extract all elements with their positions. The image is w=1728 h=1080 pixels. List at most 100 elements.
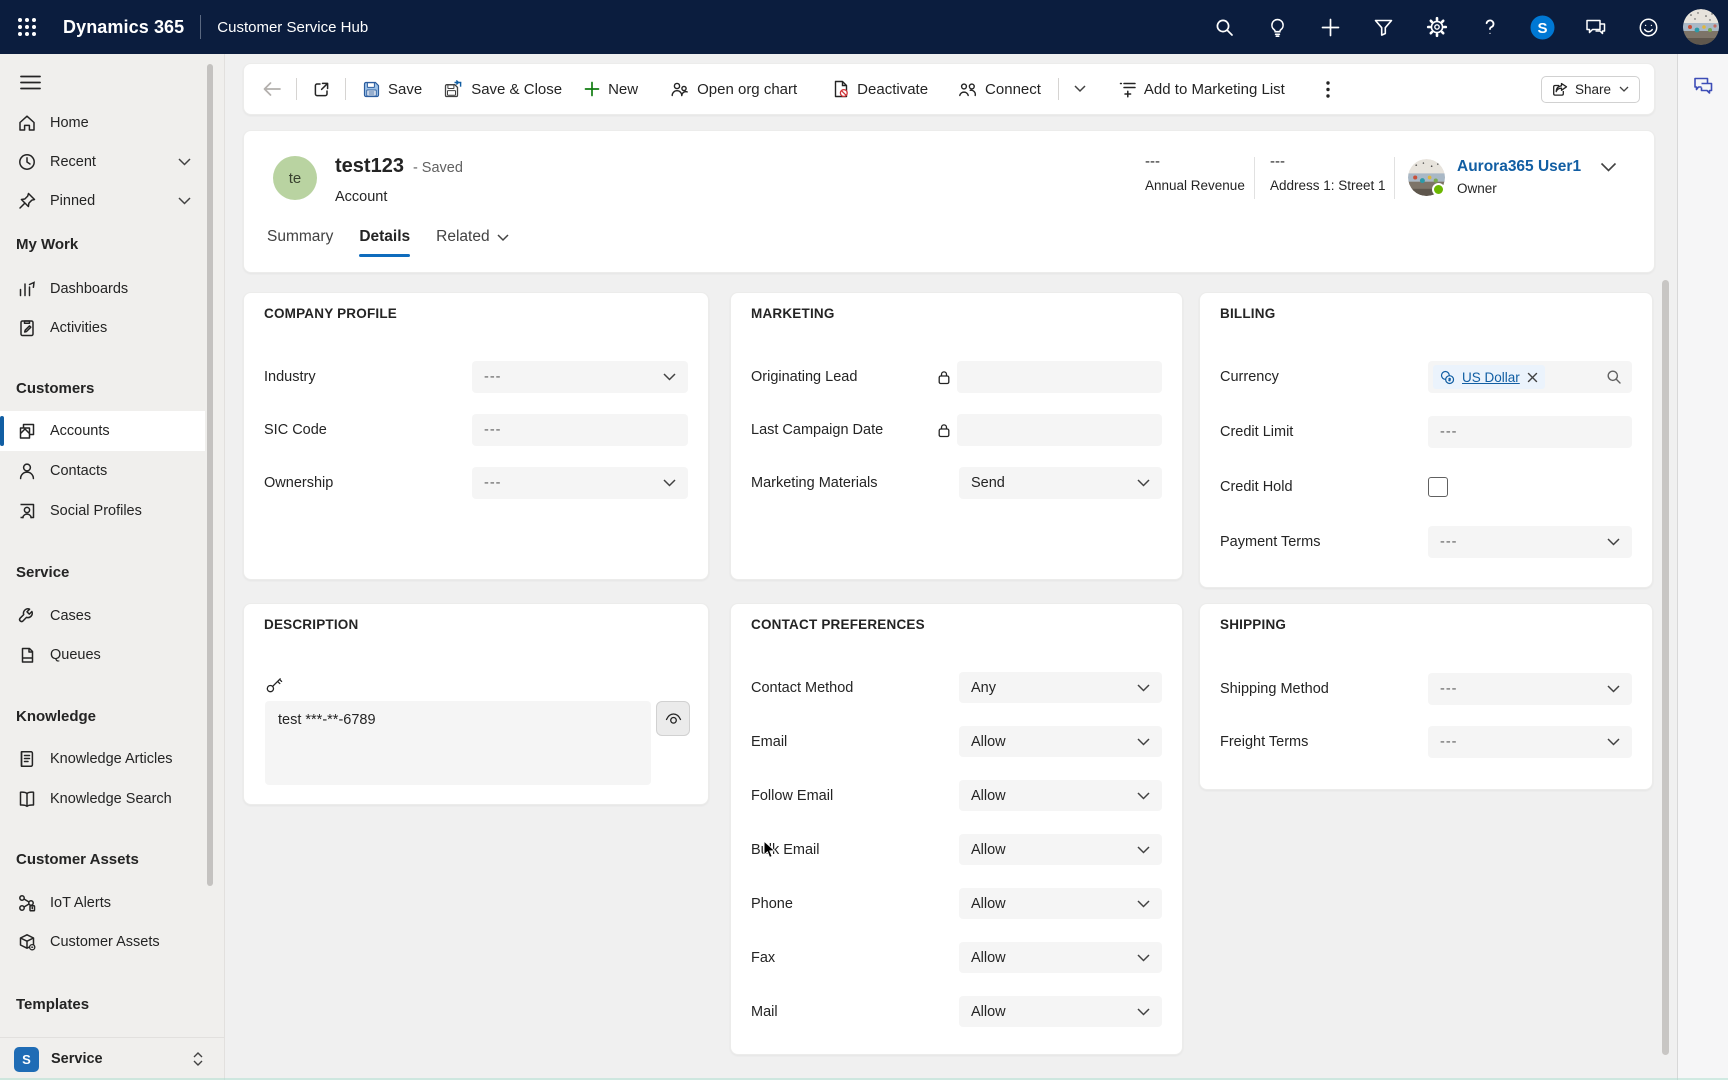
- overflow-chevron[interactable]: [1065, 71, 1095, 107]
- sidebar-item-label: Activities: [50, 320, 107, 336]
- sidebar-item-label: Contacts: [50, 463, 107, 479]
- skype-icon[interactable]: S: [1516, 0, 1569, 54]
- filter-icon[interactable]: [1357, 0, 1410, 54]
- add-icon[interactable]: [1304, 0, 1357, 54]
- search-icon[interactable]: [1198, 0, 1251, 54]
- tab-details[interactable]: Details: [359, 228, 410, 246]
- currency-value-link[interactable]: US Dollar: [1462, 370, 1520, 385]
- settings-gear-icon[interactable]: [1410, 0, 1463, 54]
- feedback-smiley-icon[interactable]: [1622, 0, 1675, 54]
- chevron-down-icon: [1607, 738, 1620, 746]
- payment-terms-value: ---: [1440, 534, 1458, 550]
- section-title: MARKETING: [731, 293, 1182, 321]
- currency-remove-icon[interactable]: [1527, 372, 1538, 383]
- contact-method-dropdown[interactable]: Any: [959, 672, 1162, 703]
- reveal-masked-text-button[interactable]: [656, 701, 690, 736]
- tab-summary[interactable]: Summary: [267, 228, 333, 246]
- sidebar-item-label: Customer Assets: [50, 934, 160, 950]
- conversations-icon[interactable]: [1678, 62, 1728, 110]
- annual-revenue-value[interactable]: ---: [1145, 153, 1160, 170]
- sidebar-item-contacts[interactable]: Contacts: [0, 451, 205, 491]
- description-value: test ***-**-6789: [278, 712, 376, 728]
- help-icon[interactable]: [1463, 0, 1516, 54]
- area-switcher[interactable]: S Service: [0, 1037, 224, 1080]
- marketing-materials-dropdown[interactable]: Send: [959, 467, 1162, 499]
- sidebar-item-customer-assets[interactable]: Customer Assets: [0, 922, 205, 962]
- new-button[interactable]: New: [573, 71, 649, 107]
- sidebar-scrollbar[interactable]: [207, 64, 213, 886]
- chevron-down-icon: [1607, 538, 1620, 546]
- shipping-method-label: Shipping Method: [1220, 681, 1428, 697]
- sidebar-item-knowledge-articles[interactable]: Knowledge Articles: [0, 739, 205, 779]
- presence-available-dot: [1432, 183, 1445, 196]
- ownership-dropdown[interactable]: ---: [472, 467, 688, 499]
- credit-hold-label: Credit Hold: [1220, 479, 1428, 495]
- tab-related[interactable]: Related: [436, 228, 508, 246]
- fax-value: Allow: [971, 950, 1006, 966]
- user-avatar[interactable]: [1683, 9, 1719, 45]
- header-expand-chevron[interactable]: [1600, 162, 1617, 173]
- email-dropdown[interactable]: Allow: [959, 726, 1162, 757]
- sidebar-item-social-profiles[interactable]: Social Profiles: [0, 491, 205, 531]
- sidebar-item-queues[interactable]: Queues: [0, 635, 205, 675]
- add-to-marketing-list-button[interactable]: Add to Marketing List: [1107, 71, 1296, 107]
- sidebar-item-label: Recent: [50, 154, 96, 170]
- open-org-chart-button[interactable]: Open org chart: [659, 71, 808, 107]
- lightbulb-icon[interactable]: [1251, 0, 1304, 54]
- deactivate-button[interactable]: Deactivate: [821, 71, 939, 107]
- chevron-down-icon: [1137, 1008, 1150, 1016]
- teams-chat-icon[interactable]: [1569, 0, 1622, 54]
- sidebar-item-cases[interactable]: Cases: [0, 596, 205, 636]
- save-button[interactable]: Save: [352, 71, 433, 107]
- phone-dropdown[interactable]: Allow: [959, 888, 1162, 919]
- shipping-method-dropdown[interactable]: ---: [1428, 673, 1632, 705]
- last-campaign-date-field[interactable]: [957, 414, 1162, 446]
- payment-terms-dropdown[interactable]: ---: [1428, 526, 1632, 558]
- sic-code-label: SIC Code: [264, 422, 472, 438]
- credit-limit-input[interactable]: ---: [1428, 416, 1632, 448]
- top-navigation-bar: Dynamics 365 Customer Service Hub: [0, 0, 1728, 54]
- more-commands-button[interactable]: [1314, 71, 1342, 107]
- app-name[interactable]: Customer Service Hub: [217, 19, 368, 36]
- currency-lookup[interactable]: US Dollar: [1428, 361, 1632, 393]
- address-value[interactable]: ---: [1270, 153, 1285, 170]
- save-and-close-button[interactable]: Save & Close: [433, 71, 573, 107]
- follow-email-dropdown[interactable]: Allow: [959, 780, 1162, 811]
- owner-name-link[interactable]: Aurora365 User1: [1457, 158, 1581, 176]
- chevron-down-icon: [1137, 900, 1150, 908]
- sidebar-group-service: Service: [16, 552, 206, 592]
- sidebar-item-activities[interactable]: Activities: [0, 308, 205, 348]
- key-field-icon: [265, 676, 283, 694]
- credit-limit-label: Credit Limit: [1220, 424, 1428, 440]
- connect-button[interactable]: Connect: [947, 71, 1052, 107]
- back-button[interactable]: [254, 71, 290, 107]
- sidebar-item-pinned[interactable]: Pinned: [0, 181, 205, 221]
- chevron-down-icon: [1137, 846, 1150, 854]
- waffle-menu-icon[interactable]: [0, 0, 54, 54]
- sidebar-item-home[interactable]: Home: [0, 103, 205, 143]
- sidebar-collapse-icon[interactable]: [13, 65, 47, 99]
- originating-lead-field[interactable]: [957, 361, 1162, 393]
- sidebar-item-label: Dashboards: [50, 281, 128, 297]
- mail-dropdown[interactable]: Allow: [959, 996, 1162, 1027]
- sidebar-item-recent[interactable]: Recent: [0, 142, 205, 182]
- open-in-new-window-button[interactable]: [303, 71, 339, 107]
- phone-value: Allow: [971, 896, 1006, 912]
- sic-code-input[interactable]: ---: [472, 414, 688, 446]
- section-marketing: MARKETING Originating Lead Last Campaign…: [730, 292, 1183, 580]
- freight-terms-dropdown[interactable]: ---: [1428, 726, 1632, 758]
- sidebar-item-knowledge-search[interactable]: Knowledge Search: [0, 779, 205, 819]
- sidebar-item-iot-alerts[interactable]: IoT Alerts: [0, 883, 205, 923]
- fax-dropdown[interactable]: Allow: [959, 942, 1162, 973]
- brand-title[interactable]: Dynamics 365: [63, 17, 184, 38]
- bulk-email-dropdown[interactable]: Allow: [959, 834, 1162, 865]
- details-tab-content: COMPANY PROFILE Industry --- SIC Code --…: [243, 292, 1655, 1055]
- description-textarea[interactable]: test ***-**-6789: [265, 701, 651, 785]
- sidebar-item-dashboards[interactable]: Dashboards: [0, 269, 205, 309]
- main-scrollbar[interactable]: [1662, 280, 1669, 1055]
- share-button[interactable]: Share: [1541, 76, 1640, 103]
- credit-hold-checkbox[interactable]: [1428, 477, 1448, 497]
- lookup-search-icon[interactable]: [1606, 369, 1622, 385]
- sidebar-item-accounts[interactable]: Accounts: [0, 411, 205, 451]
- industry-dropdown[interactable]: ---: [472, 361, 688, 393]
